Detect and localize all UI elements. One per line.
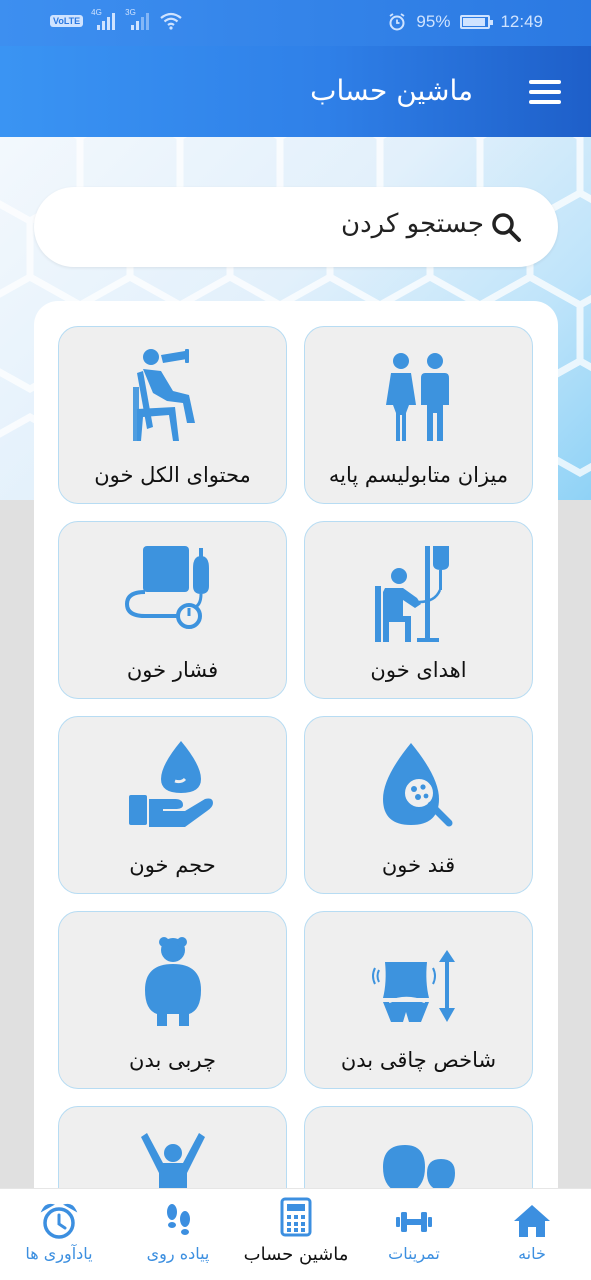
search-label: جستجو کردن — [341, 209, 484, 239]
page-title: ماشین حساب — [310, 74, 473, 107]
app-bar: ماشین حساب — [0, 46, 591, 137]
battery-icon — [460, 15, 494, 29]
nav-label: یادآوری ها — [25, 1244, 93, 1263]
clock: 12:49 — [500, 12, 543, 31]
volte-badge: VoLTE — [50, 15, 84, 27]
card-heads[interactable] — [304, 1106, 533, 1201]
people-icon — [386, 353, 449, 441]
dumbbell-icon — [396, 1212, 432, 1232]
nav-home[interactable]: خانه — [473, 1189, 591, 1280]
card-body-adiposity-index[interactable]: شاخص چاقی بدن — [304, 911, 533, 1089]
hand-drop-icon — [129, 741, 213, 827]
calculator-grid: میزان متابولیسم پایه محتوای الکل خون اهد… — [34, 301, 558, 1201]
blood-sugar-drop-icon — [383, 743, 453, 827]
nav-label: تمرینات — [388, 1244, 440, 1263]
signal-icon: 3G — [125, 8, 151, 30]
hamburger-menu-icon[interactable] — [529, 80, 561, 104]
body-fat-icon — [145, 937, 201, 1026]
search-icon — [492, 213, 521, 242]
card-person[interactable] — [58, 1106, 287, 1201]
card-blood-sugar[interactable]: قند خون — [304, 716, 533, 894]
card-label: محتوای الکل خون — [94, 463, 251, 487]
home-icon — [514, 1205, 550, 1237]
calculator-icon — [280, 1197, 312, 1237]
wifi-icon — [160, 12, 182, 30]
nav-label: خانه — [518, 1244, 546, 1263]
bottom-navigation: خانه تمرینات ماشین حساب پیاده روی یادآور… — [0, 1188, 591, 1280]
alarm-clock-icon — [40, 1203, 78, 1239]
waist-measure-icon — [372, 950, 455, 1022]
card-body-fat[interactable]: چربی بدن — [58, 911, 287, 1089]
nav-label: پیاده روی — [146, 1244, 210, 1263]
card-blood-donation[interactable]: اهدای خون — [304, 521, 533, 699]
card-label: میزان متابولیسم پایه — [328, 463, 509, 487]
card-label: حجم خون — [129, 853, 216, 877]
nav-walking[interactable]: پیاده روی — [119, 1189, 237, 1280]
alarm-status-icon — [389, 13, 405, 31]
card-label: قند خون — [381, 853, 456, 877]
search-bar[interactable]: جستجو کردن — [34, 187, 558, 267]
status-bar: VoLTE 4G 3G 95% 12:49 — [0, 0, 591, 46]
card-bmr[interactable]: میزان متابولیسم پایه — [304, 326, 533, 504]
card-label: شاخص چاقی بدن — [340, 1048, 497, 1072]
signal-icon: 4G — [91, 8, 117, 30]
card-label: اهدای خون — [370, 658, 467, 682]
blood-pressure-monitor-icon — [124, 546, 209, 629]
nav-exercises[interactable]: تمرینات — [355, 1189, 473, 1280]
footsteps-icon — [167, 1204, 190, 1235]
card-label: چربی بدن — [129, 1048, 216, 1072]
card-blood-alcohol[interactable]: محتوای الکل خون — [58, 326, 287, 504]
blood-donation-icon — [375, 546, 449, 642]
nav-calculator[interactable]: ماشین حساب — [237, 1189, 355, 1280]
card-blood-pressure[interactable]: فشار خون — [58, 521, 287, 699]
card-blood-volume[interactable]: حجم خون — [58, 716, 287, 894]
nav-label: ماشین حساب — [243, 1244, 349, 1265]
card-label: فشار خون — [126, 658, 219, 682]
nav-reminders[interactable]: یادآوری ها — [0, 1189, 118, 1280]
battery-percent: 95% — [416, 12, 451, 31]
drinking-person-icon — [133, 349, 195, 441]
